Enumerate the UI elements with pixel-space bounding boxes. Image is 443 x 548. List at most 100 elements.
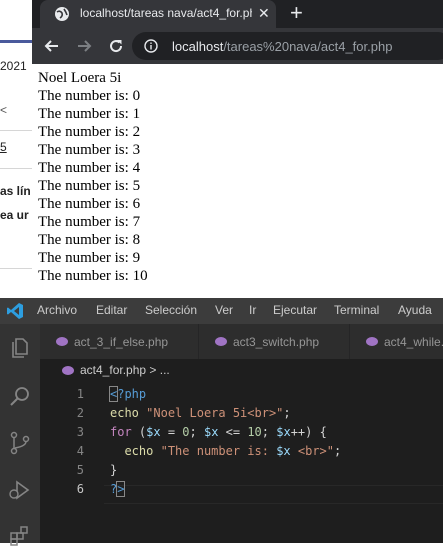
line-number: 1 [76, 387, 84, 401]
code-token: > [116, 481, 126, 497]
output-line: Noel Loera 5i [38, 70, 122, 86]
output-line: The number is: 5 [38, 178, 141, 194]
menu-ir[interactable]: Ir [249, 303, 256, 317]
background-window: 2021 < 5 as lín ea ur [0, 0, 32, 298]
line-number: 5 [76, 463, 84, 477]
code-token: "Noel Loera 5i<br>" [146, 406, 284, 420]
code-token: $x [203, 425, 219, 439]
code-token: <br>" [290, 444, 334, 458]
editor-tab[interactable]: act4_while. [350, 324, 443, 359]
menu-ejecutar[interactable]: Ejecutar [273, 303, 317, 317]
activity-bar [0, 324, 40, 546]
php-file-icon [56, 337, 68, 346]
active-line-highlight [104, 485, 443, 504]
output-line: The number is: 10 [38, 268, 148, 284]
background-text-fragment: ea ur [0, 208, 29, 222]
browser-tab[interactable]: localhost/tareas nava/act4_for.php ✕ [40, 0, 276, 28]
vscode-logo-icon [7, 303, 23, 319]
code-editor[interactable]: 1 2 3 4 5 6 <?php echo "Noel Loera 5i<br… [40, 381, 443, 543]
background-divider [0, 268, 32, 269]
line-number: 3 [76, 425, 84, 439]
forward-arrow-icon[interactable] [74, 36, 94, 56]
menu-bar: Archivo Editar Selección Ver Ir Ejecutar… [0, 298, 443, 324]
url-text: localhost/tareas%20nava/act4_for.php [172, 39, 392, 54]
editor-tab-label: act_3_if_else.php [74, 335, 169, 349]
output-line: The number is: 6 [38, 196, 141, 212]
php-file-icon [215, 337, 227, 346]
source-control-icon[interactable] [8, 431, 32, 455]
breadcrumb: act4_for.php > ... [40, 359, 443, 381]
address-bar[interactable]: localhost/tareas%20nava/act4_for.php [132, 32, 443, 60]
extensions-icon[interactable] [8, 524, 32, 548]
reload-icon[interactable] [106, 36, 126, 56]
code-line: ?> [110, 480, 126, 499]
output-line: The number is: 4 [38, 160, 141, 176]
explorer-icon[interactable] [8, 336, 32, 360]
code-line: } [110, 461, 117, 480]
url-host: localhost [172, 39, 224, 54]
menu-archivo[interactable]: Archivo [37, 303, 77, 317]
code-token: <= [218, 425, 248, 439]
search-icon[interactable] [8, 385, 32, 409]
code-token: echo [110, 406, 139, 420]
code-token: 10 [247, 425, 262, 439]
code-token: $x [146, 425, 161, 439]
line-number: 4 [76, 444, 84, 458]
editor-tabs: act_3_if_else.php act3_switch.php act4_w… [40, 324, 443, 359]
php-output: Noel Loera 5i The number is: 0 The numbe… [38, 69, 148, 285]
breadcrumb-path[interactable]: act4_for.php > ... [80, 363, 170, 377]
code-line: <?php [108, 385, 147, 404]
code-line: echo "The number is: $x <br>"; [110, 442, 341, 461]
menu-ayuda[interactable]: Ayuda [398, 303, 432, 317]
output-line: The number is: 2 [38, 124, 141, 140]
new-tab-icon[interactable]: + [290, 1, 303, 25]
globe-icon [55, 7, 69, 21]
output-line: The number is: 7 [38, 214, 141, 230]
browser-tab-title: localhost/tareas nava/act4_for.php [80, 6, 252, 20]
code-token: $x [276, 444, 291, 458]
php-file-icon [62, 366, 74, 375]
output-line: The number is: 9 [38, 250, 141, 266]
code-token: for [110, 425, 132, 439]
browser-window: localhost/tareas nava/act4_for.php ✕ + l… [32, 0, 443, 298]
vscode-window: Archivo Editar Selección Ver Ir Ejecutar… [0, 298, 443, 546]
close-tab-icon[interactable]: ✕ [258, 5, 270, 22]
php-file-icon [366, 337, 378, 346]
output-line: The number is: 0 [38, 88, 141, 104]
menu-editar[interactable]: Editar [96, 303, 127, 317]
code-token: ; [283, 406, 291, 420]
menu-terminal[interactable]: Terminal [334, 303, 379, 317]
run-debug-icon[interactable] [8, 478, 32, 502]
menu-seleccion[interactable]: Selección [145, 303, 197, 317]
code-token: ?php [117, 387, 147, 401]
code-token: 0 [182, 425, 190, 439]
editor-tab[interactable]: act3_switch.php [199, 324, 350, 359]
menu-ver[interactable]: Ver [215, 303, 233, 317]
code-token: ( [131, 425, 147, 439]
browser-toolbar: localhost/tareas%20nava/act4_for.php [32, 28, 443, 64]
code-line: for ($x = 0; $x <= 10; $x++) { [110, 423, 327, 442]
background-text-arrow: < [0, 103, 8, 117]
code-token: ; [261, 425, 277, 439]
background-text-fragment: as lín [0, 184, 31, 198]
output-line: The number is: 3 [38, 142, 141, 158]
editor-tab-label: act3_switch.php [233, 335, 320, 349]
output-line: The number is: 8 [38, 232, 141, 248]
editor-tab-label: act4_while. [384, 335, 443, 349]
code-line: echo "Noel Loera 5i<br>"; [110, 404, 291, 423]
output-line: The number is: 1 [38, 106, 141, 122]
code-token: $x [276, 425, 291, 439]
url-path: /tareas%20nava/act4_for.php [223, 39, 393, 54]
code-token: ; [189, 425, 204, 439]
background-text-number: 5 [0, 140, 7, 154]
code-token: "The number is: [160, 444, 277, 458]
code-token: = [160, 425, 183, 439]
code-token: ++) { [290, 425, 327, 439]
editor-tab[interactable]: act_3_if_else.php [40, 324, 199, 359]
background-text-year: 2021 [0, 59, 27, 73]
back-arrow-icon[interactable] [42, 36, 62, 56]
page-content: Noel Loera 5i The number is: 0 The numbe… [32, 64, 443, 298]
site-info-icon[interactable] [144, 39, 158, 53]
code-token: } [110, 463, 118, 477]
